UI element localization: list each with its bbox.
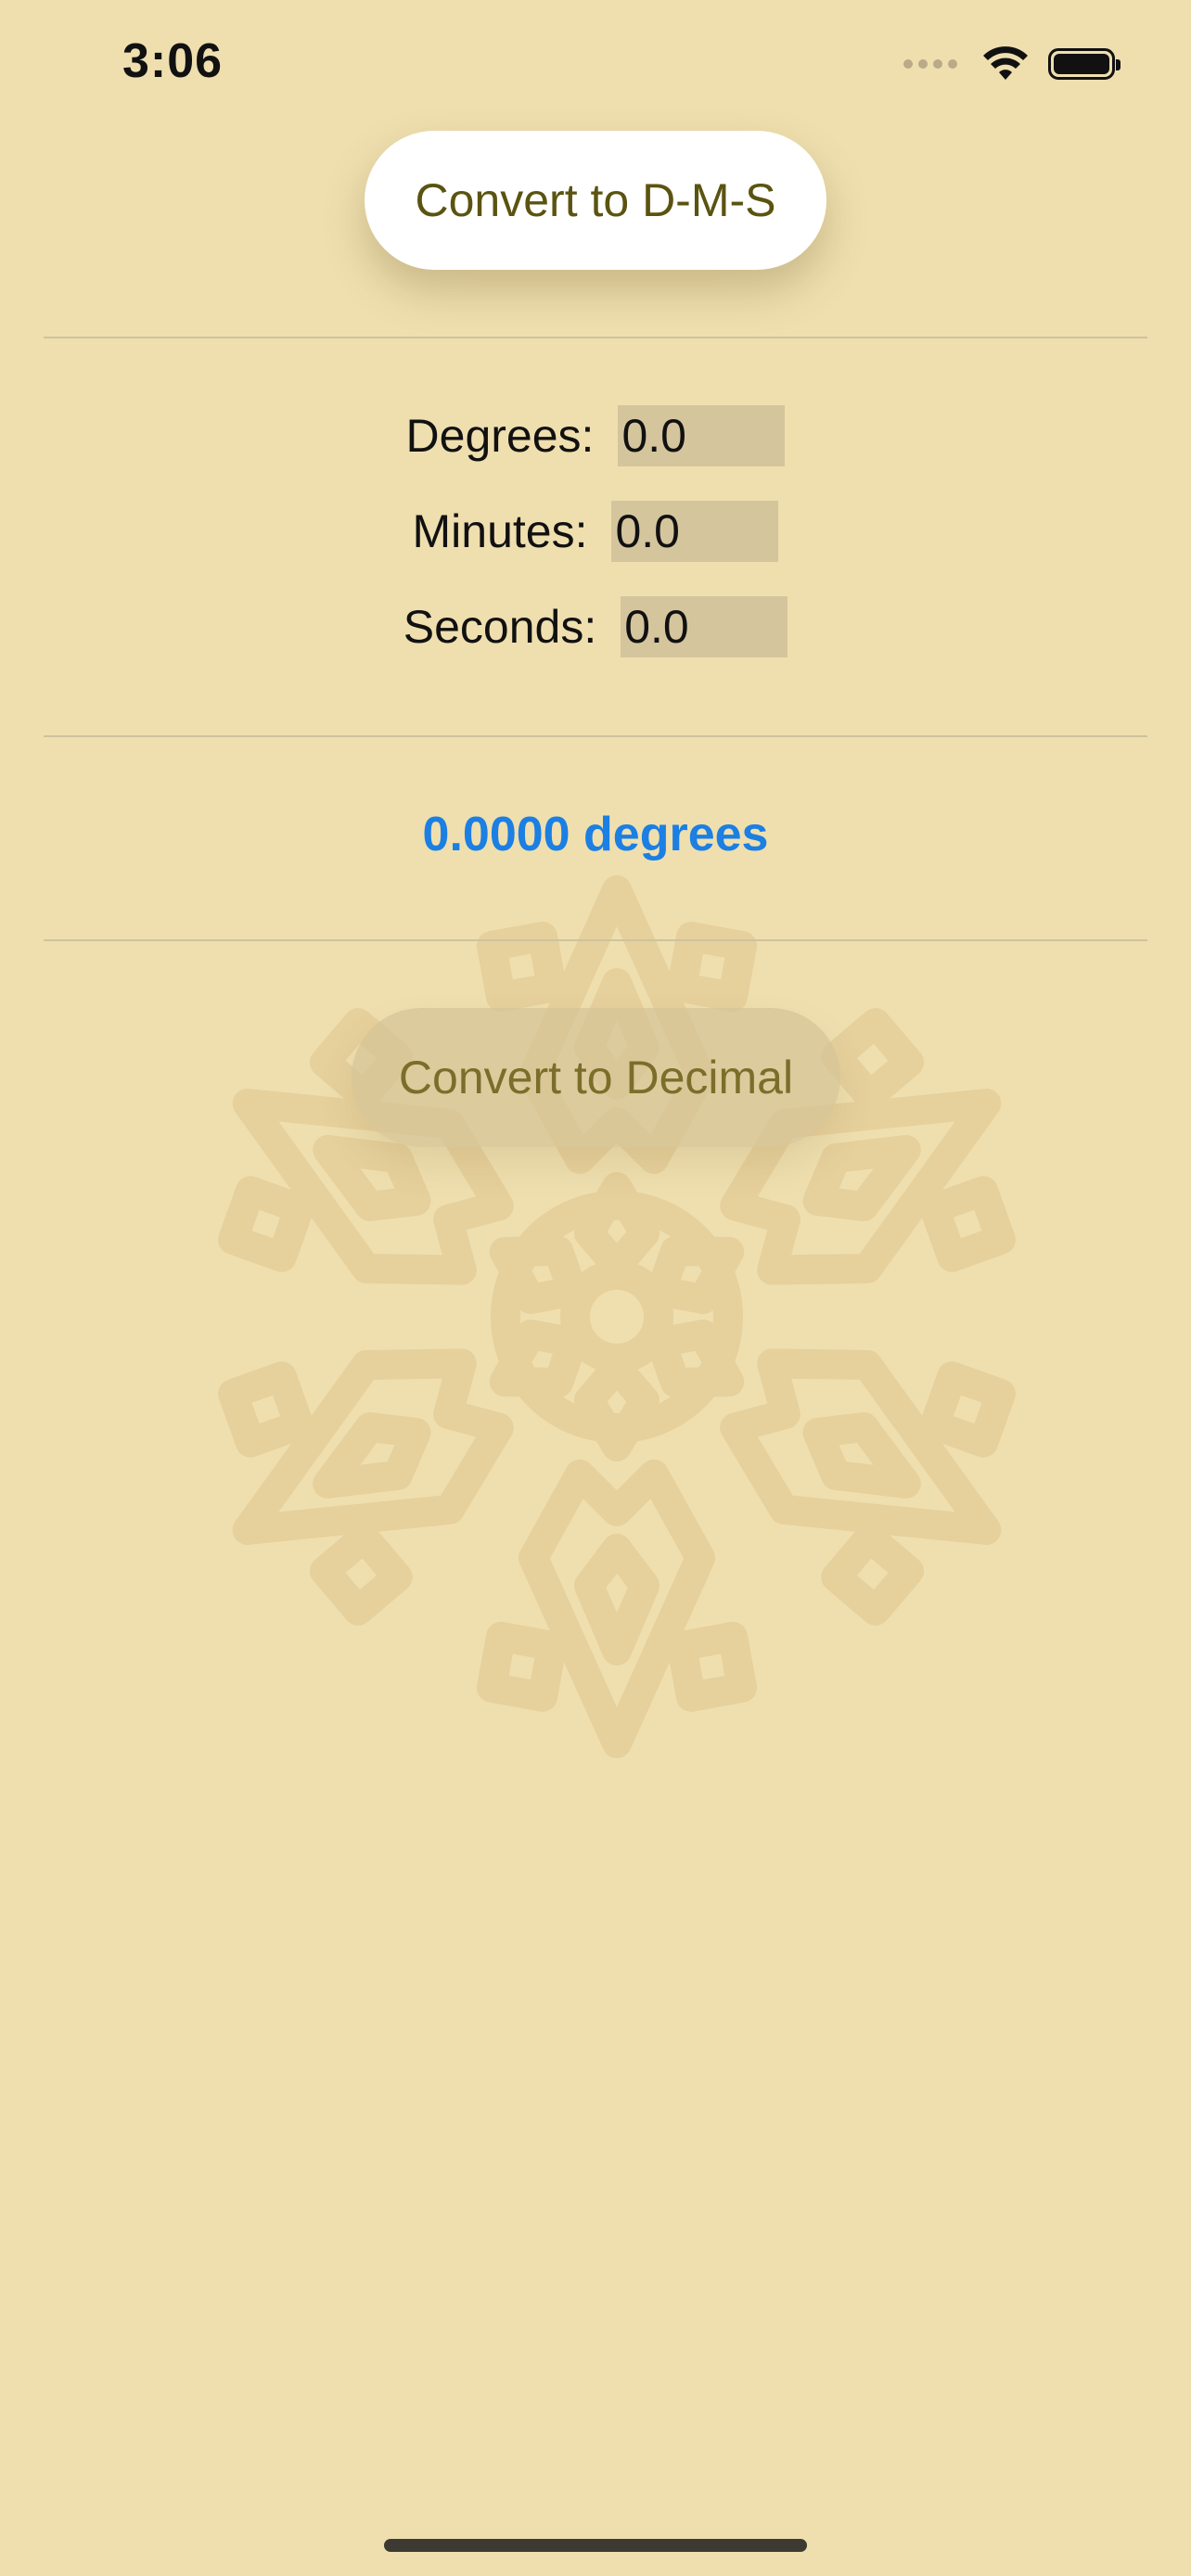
seconds-input[interactable] <box>621 596 788 657</box>
seconds-row: Seconds: <box>0 596 1191 657</box>
battery-icon <box>1048 48 1121 80</box>
snowflake-icon <box>102 875 1132 1776</box>
minutes-label: Minutes: <box>412 505 588 557</box>
divider-top <box>44 337 1147 338</box>
decimal-result: 0.0000 degrees <box>422 808 769 861</box>
divider-middle <box>44 735 1147 737</box>
minutes-row: Minutes: <box>0 501 1191 562</box>
minutes-input[interactable] <box>611 501 779 562</box>
divider-bottom <box>44 939 1147 941</box>
seconds-label: Seconds: <box>403 601 597 653</box>
degrees-label: Degrees: <box>405 410 595 462</box>
wifi-icon <box>983 46 1028 80</box>
degrees-input[interactable] <box>618 405 786 466</box>
convert-to-dms-button[interactable]: Convert to D-M-S <box>365 131 826 270</box>
cellular-signal-icon <box>903 59 957 69</box>
home-indicator[interactable] <box>384 2539 807 2552</box>
status-icons <box>903 46 1121 82</box>
convert-to-decimal-button[interactable]: Convert to Decimal <box>352 1008 840 1147</box>
degrees-row: Degrees: <box>0 405 1191 466</box>
status-time: 3:06 <box>122 34 224 88</box>
